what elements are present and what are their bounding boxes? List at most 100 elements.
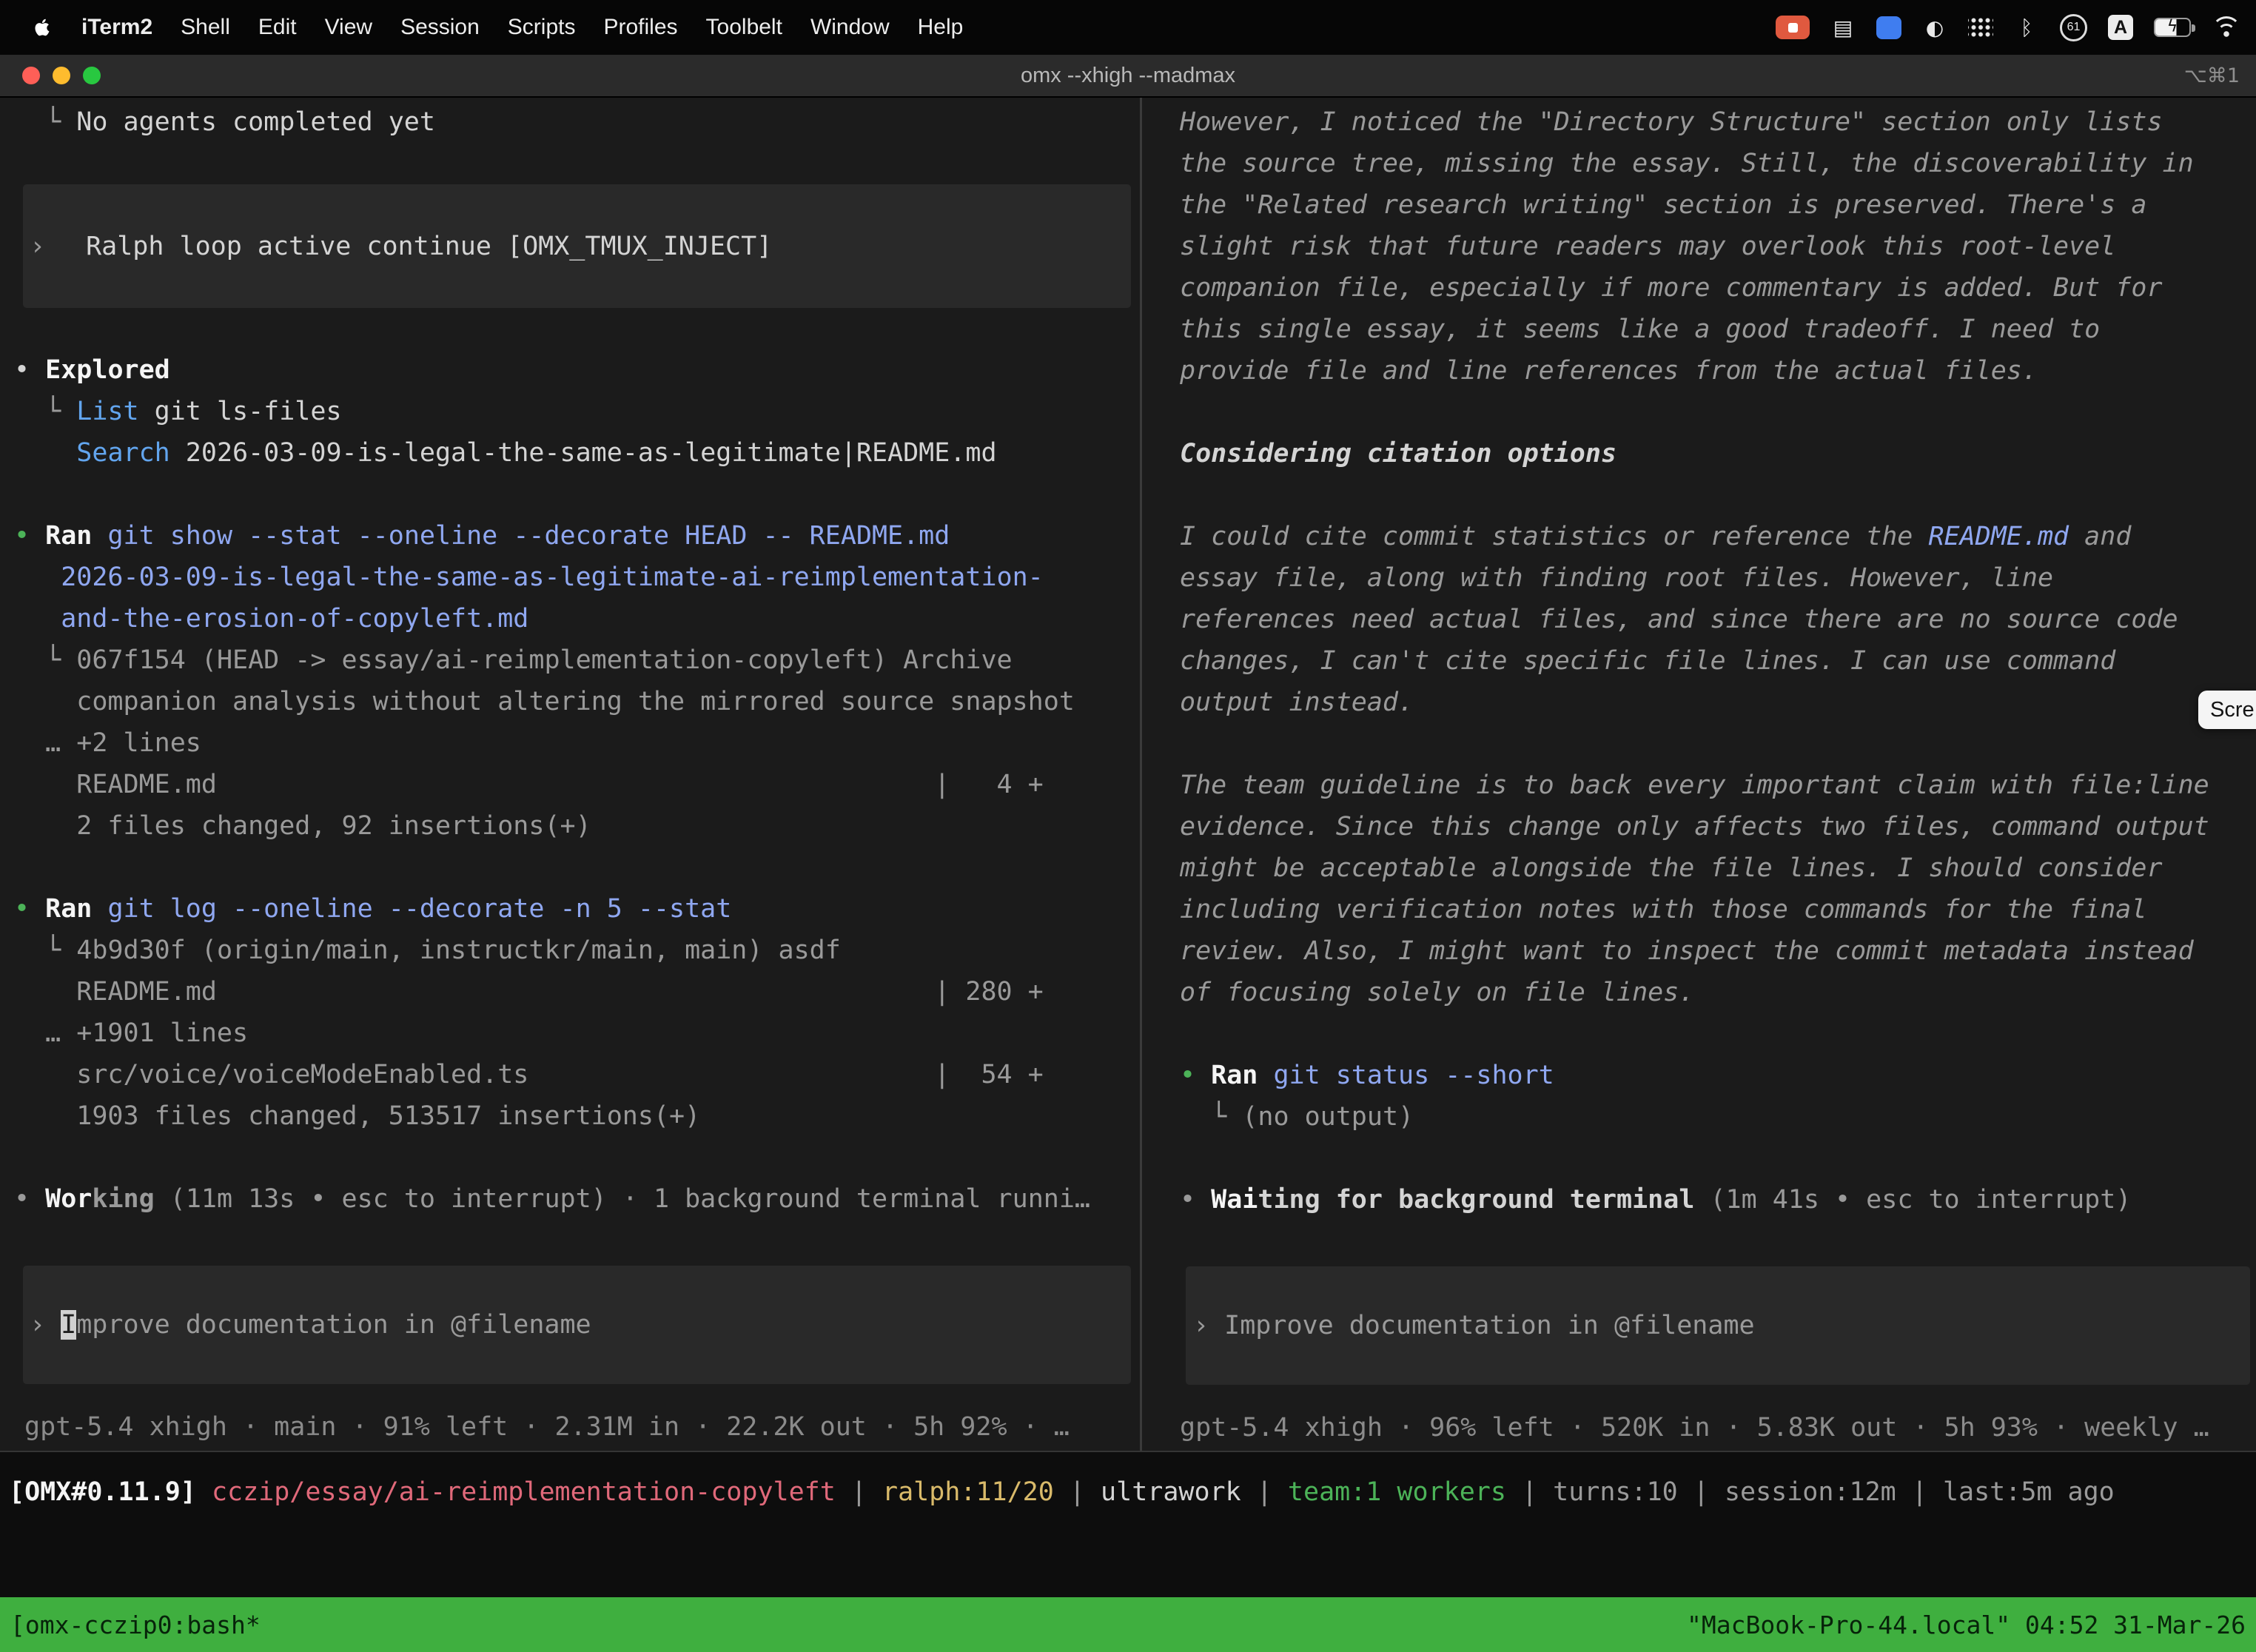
battery-icon[interactable]	[2154, 18, 2191, 37]
text-segment	[1258, 1061, 1273, 1090]
terminal-line: references need actual files, and since …	[1180, 599, 2256, 640]
text-segment: (11m 13s • esc to interrupt) · 1 backgro…	[155, 1184, 1090, 1214]
text-segment: src/voice/voiceModeEnabled.ts | 54 +	[14, 1060, 1044, 1089]
terminal-line: However, I noticed the "Directory Struct…	[1180, 101, 2256, 143]
terminal-line	[1180, 1013, 2256, 1055]
text-segment: List	[76, 397, 138, 426]
text-segment	[14, 438, 76, 468]
terminal-line: evidence. Since this change only affects…	[1180, 806, 2256, 847]
terminal-line: 2 files changed, 92 insertions(+)	[14, 805, 1140, 847]
text-segment: last:5m ago	[1943, 1477, 2115, 1507]
prompt-chevron-icon: ›	[1193, 1311, 1224, 1340]
model-status-left: gpt-5.4 xhigh · main · 91% left · 2.31M …	[14, 1406, 1140, 1448]
terminal-line: └ List git ls-files	[14, 391, 1140, 432]
menu-item-session[interactable]: Session	[400, 15, 480, 40]
terminal-line: Considering citation options	[1180, 433, 2256, 474]
text-segment: cczip/essay/ai-reimplementation-copyleft	[212, 1477, 836, 1507]
text-segment: Explored	[45, 355, 170, 385]
text-segment: Considering citation options	[1180, 439, 1617, 469]
menu-item-iterm2[interactable]: iTerm2	[81, 15, 152, 40]
menu-item-window[interactable]: Window	[810, 15, 890, 40]
terminal-line: and-the-erosion-of-copyleft.md	[14, 598, 1140, 639]
text-segment: └	[14, 645, 76, 675]
text-segment: The team guideline is to back every impo…	[1180, 770, 2209, 800]
raycast-icon[interactable]	[1876, 16, 1901, 39]
text-segment: |	[1054, 1477, 1101, 1507]
text-segment: •	[14, 894, 45, 924]
prompt-input-right[interactable]: › Improve documentation in @filename	[1186, 1266, 2250, 1385]
text-segment: └	[14, 936, 76, 965]
terminal-line: README.md | 280 +	[14, 971, 1140, 1013]
text-segment: review. Also, I might want to inspect th…	[1180, 936, 2194, 966]
pane-bottom-border	[0, 1451, 2256, 1452]
text-segment: |	[1678, 1477, 1725, 1507]
left-terminal-pane[interactable]: └ No agents completed yet › Ralph loop a…	[0, 98, 1140, 1451]
text-segment: 4b9d30f (origin/main, instructkr/main, m…	[76, 936, 841, 965]
text-segment: team:1 workers	[1288, 1477, 1506, 1507]
window-title-bar[interactable]: omx --xhigh --madmax ⌥⌘1	[0, 55, 2256, 98]
terminal-line: changes, I can't cite specific file line…	[1180, 640, 2256, 682]
menu-bar-status-icons: ▤ ◐ ᛒ 61 A	[1776, 13, 2256, 42]
text-segment: git show --stat --oneline --decorate HEA…	[107, 521, 950, 551]
text-segment: ultrawork	[1101, 1477, 1241, 1507]
text-segment: companion file, especially if more comme…	[1180, 273, 2163, 303]
keyboard-icon[interactable]: ▤	[1830, 13, 1856, 42]
prompt-chevron-icon: ›	[30, 1310, 61, 1340]
terminal-line	[14, 1137, 1140, 1178]
right-terminal-pane[interactable]: However, I noticed the "Directory Struct…	[1142, 98, 2256, 1451]
text-segment	[14, 563, 61, 592]
zoom-button[interactable]	[83, 67, 101, 84]
text-segment: 2026-03-09-is-legal-the-same-as-legitima…	[170, 438, 997, 468]
terminal-line: might be acceptable alongside the file l…	[1180, 847, 2256, 889]
menu-item-edit[interactable]: Edit	[258, 15, 297, 40]
banner-text: Ralph loop active continue [OMX_TMUX_INJ…	[86, 232, 772, 261]
menu-item-shell[interactable]: Shell	[181, 15, 230, 40]
menu-item-toolbelt[interactable]: Toolbelt	[706, 15, 782, 40]
wifi-icon[interactable]	[2212, 16, 2241, 39]
text-segment: |	[1241, 1477, 1288, 1507]
app-grid-icon[interactable]	[1968, 17, 1993, 38]
terminal-line: essay file, along with finding root file…	[1180, 557, 2256, 599]
close-button[interactable]	[22, 67, 40, 84]
text-segment: output instead.	[1180, 688, 1414, 717]
battery-gauge-icon[interactable]: 61	[2060, 14, 2087, 41]
terminal-line	[1180, 392, 2256, 433]
text-segment: king	[92, 1184, 154, 1214]
terminal-line: • Ran git show --stat --oneline --decora…	[14, 515, 1140, 557]
text-segment: Ran	[45, 521, 92, 551]
text-segment: •	[14, 355, 45, 385]
menu-item-scripts[interactable]: Scripts	[508, 15, 576, 40]
menu-item-profiles[interactable]: Profiles	[603, 15, 677, 40]
terminal-line	[1180, 474, 2256, 516]
terminal-line: • Ran git log --oneline --decorate -n 5 …	[14, 888, 1140, 930]
input-source-icon[interactable]: A	[2108, 15, 2133, 40]
input-source-icon-label: A	[2114, 17, 2127, 38]
text-segment: └	[14, 397, 76, 426]
terminal-line: README.md | 4 +	[14, 764, 1140, 805]
screen-overlay-button[interactable]: Scre	[2198, 691, 2256, 729]
terminal-line: • Working (11m 13s • esc to interrupt) ·…	[14, 1178, 1140, 1220]
terminal-line	[14, 847, 1140, 888]
text-segment: 1903 files changed, 513517 insertions(+)	[14, 1101, 700, 1131]
terminal-line: I could cite commit statistics or refere…	[1180, 516, 2256, 557]
menu-item-view[interactable]: View	[325, 15, 372, 40]
terminal-line: 2026-03-09-is-legal-the-same-as-legitima…	[14, 557, 1140, 598]
input-text: Improve documentation in @filename	[1224, 1311, 1754, 1340]
contrast-app-icon[interactable]: ◐	[1922, 13, 1947, 42]
omx-status-bar: [OMX#0.11.9] cczip/essay/ai-reimplementa…	[0, 1471, 2256, 1513]
prompt-input-left[interactable]: › I mprove documentation in @filename	[23, 1266, 1131, 1384]
terminal-line: slight risk that future readers may over…	[1180, 226, 2256, 267]
apple-menu-icon[interactable]	[31, 14, 55, 41]
menu-item-help[interactable]: Help	[918, 15, 964, 40]
text-segment: 067f154 (HEAD -> essay/ai-reimplementati…	[76, 645, 1012, 675]
text-segment: this single essay, it seems like a good …	[1180, 315, 2100, 344]
text-segment: of focusing solely on file lines.	[1180, 978, 1694, 1007]
minimize-button[interactable]	[53, 67, 70, 84]
text-segment: I could cite commit statistics or refere…	[1180, 522, 1928, 551]
terminal-line: Search 2026-03-09-is-legal-the-same-as-l…	[14, 432, 1140, 474]
screen-recording-indicator[interactable]	[1776, 16, 1810, 39]
text-segment: and-the-erosion-of-copyleft.md	[61, 604, 528, 634]
terminal-line	[14, 474, 1140, 515]
text-segment: └	[14, 107, 76, 137]
bluetooth-icon[interactable]: ᛒ	[2014, 13, 2039, 42]
